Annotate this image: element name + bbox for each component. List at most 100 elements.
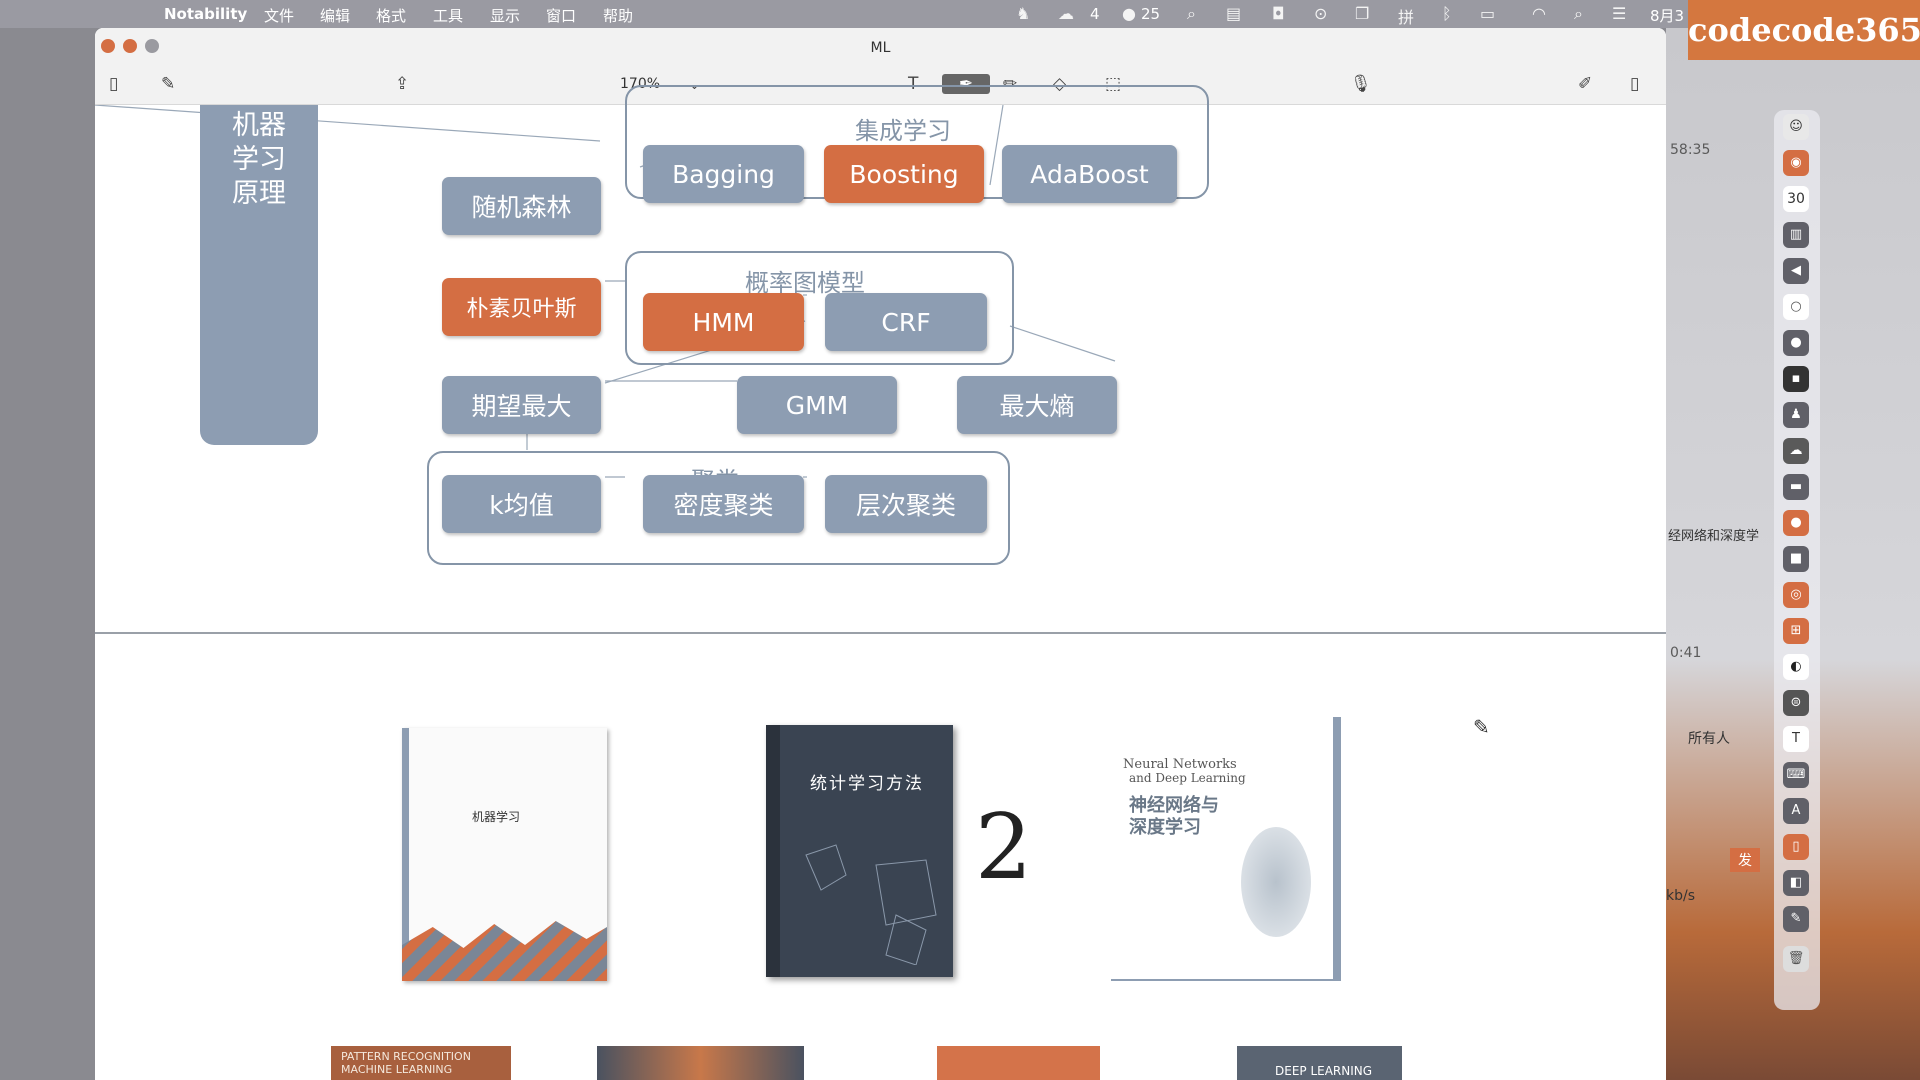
tree-illustration <box>1241 827 1311 937</box>
book-dl-title: DEEP LEARNING <box>1275 1064 1373 1078</box>
books-icon[interactable]: ▯ <box>1783 834 1809 860</box>
battery-icon[interactable]: ▭ <box>1480 4 1495 23</box>
pen-cursor-icon: ✎ <box>1473 715 1490 739</box>
handwritten-number: 2 <box>975 795 1033 900</box>
orange-app-icon[interactable]: ⊞ <box>1783 618 1809 644</box>
node-naive-bayes[interactable]: 朴素贝叶斯 <box>442 278 601 336</box>
node-random-forest[interactable]: 随机森林 <box>442 177 601 235</box>
dictionary-icon[interactable]: A <box>1783 798 1809 824</box>
wechat-icon[interactable]: ☁ <box>1058 4 1074 23</box>
bluetooth-icon[interactable]: ᛒ <box>1442 4 1452 23</box>
screen-app-icon[interactable]: ◧ <box>1783 870 1809 896</box>
bg-send-button[interactable]: 发 <box>1730 848 1760 872</box>
microphone-icon[interactable]: 🎙 <box>1350 74 1372 94</box>
sidebar-toggle-icon[interactable]: ▯ <box>109 74 118 94</box>
new-note-icon[interactable]: ✎ <box>161 74 175 94</box>
book-deep-learning[interactable]: DEEP LEARNING <box>1237 1046 1402 1080</box>
geometric-figure <box>805 844 937 965</box>
menu-app-name[interactable]: Notability <box>164 5 247 23</box>
bg-time-2: 0:41 <box>1670 645 1702 661</box>
spotlight-icon[interactable]: ⌕ <box>1574 4 1583 24</box>
notability-window: ML ▯ ✎ ⇪ 170% ⌄ T ✒ ✏ ◇ ⬚ 🎙 ✐ ▯ 机器学习原理 集… <box>95 28 1666 1080</box>
search-dev-icon[interactable]: ⌕ <box>1187 4 1196 24</box>
input-method-icon[interactable]: 拼 <box>1398 4 1414 28</box>
finder-icon[interactable]: ☺ <box>1783 114 1809 140</box>
pencil-icon[interactable]: ✐ <box>1578 74 1592 94</box>
book-nndl-en-1: Neural Networks <box>1123 757 1237 772</box>
menu-window[interactable]: 窗口 <box>546 5 576 26</box>
share-icon[interactable]: ⇪ <box>395 74 409 94</box>
menu-edit[interactable]: 编辑 <box>320 5 350 26</box>
menu-file[interactable]: 文件 <box>264 5 294 26</box>
node-gmm[interactable]: GMM <box>737 376 897 434</box>
menu-bar: Notability 文件 编辑 格式 工具 显示 窗口 帮助 ♞ ☁ 4 ● … <box>0 0 1920 28</box>
book-bottom-3[interactable] <box>937 1046 1100 1080</box>
wechat-dock-icon[interactable]: ☁ <box>1783 438 1809 464</box>
connector-line <box>1009 325 1116 362</box>
red-app-icon[interactable]: ● <box>1783 510 1809 536</box>
typora-icon[interactable]: T <box>1783 726 1809 752</box>
qq-icon[interactable]: ♟ <box>1783 402 1809 428</box>
node-density-cluster[interactable]: 密度聚类 <box>643 475 804 533</box>
github-icon[interactable]: ◐ <box>1783 654 1809 680</box>
connector-line <box>95 105 601 142</box>
book-statistical-learning[interactable]: 统计学习方法 <box>766 725 953 977</box>
calendar-icon[interactable]: 30 <box>1783 186 1809 212</box>
trash-icon[interactable]: 🗑 <box>1783 946 1809 972</box>
node-crf[interactable]: CRF <box>825 293 987 351</box>
bg-time-1: 58:35 <box>1670 142 1711 158</box>
vscode-icon[interactable]: ◀ <box>1783 258 1809 284</box>
chart-icon[interactable]: ▥ <box>1783 222 1809 248</box>
book-stat-title: 统计学习方法 <box>810 774 924 794</box>
menu-tools[interactable]: 工具 <box>433 5 463 26</box>
book-nndl[interactable]: Neural Networks and Deep Learning 神经网络与 … <box>1111 717 1341 981</box>
pen-app-icon[interactable]: ✎ <box>1783 906 1809 932</box>
window-icon[interactable]: ❐ <box>1355 4 1369 23</box>
drive-icon[interactable]: ▤ <box>1226 4 1241 23</box>
ensemble-group-label: 集成学习 <box>855 117 951 145</box>
wechat-count: 4 <box>1090 5 1100 23</box>
node-kmeans[interactable]: k均值 <box>442 475 601 533</box>
notion-icon[interactable]: ⊜ <box>1783 690 1809 716</box>
bg-title-text: 经网络和深度学 <box>1668 529 1760 544</box>
book-bottom-2[interactable] <box>597 1046 804 1080</box>
dock: ☺ ◉ 30 ▥ ◀ ○ ● ▪ ♟ ☁ ▬ ● ■ ◎ ⊞ ◐ ⊜ T ⌨ A… <box>1774 110 1820 1010</box>
terminal-icon[interactable]: ▪ <box>1783 366 1809 392</box>
menu-format[interactable]: 格式 <box>376 5 406 26</box>
watermark: codecode365 <box>1688 0 1920 60</box>
book-nndl-cn-2: 深度学习 <box>1129 817 1201 838</box>
node-boosting[interactable]: Boosting <box>824 145 984 203</box>
book-prml[interactable]: PATTERN RECOGNITION MACHINE LEARNING <box>331 1046 511 1080</box>
node-bagging[interactable]: Bagging <box>643 145 804 203</box>
node-em[interactable]: 期望最大 <box>442 376 601 434</box>
node-max-entropy[interactable]: 最大熵 <box>957 376 1117 434</box>
wifi-icon[interactable]: ◠ <box>1532 4 1546 23</box>
control-center-icon[interactable]: ☰ <box>1612 4 1626 23</box>
window-title: ML <box>870 40 891 56</box>
node-hier-cluster[interactable]: 层次聚类 <box>825 475 987 533</box>
app-status-icon[interactable]: ● <box>1122 4 1136 23</box>
page-icon[interactable]: ▯ <box>1630 74 1639 94</box>
page-divider <box>95 632 1666 634</box>
menubar-date: 8月3 <box>1650 7 1685 25</box>
node-hmm[interactable]: HMM <box>643 293 804 351</box>
menu-help[interactable]: 帮助 <box>603 5 633 26</box>
folder-icon[interactable]: ▬ <box>1783 474 1809 500</box>
play-icon[interactable]: ⊙ <box>1314 4 1327 23</box>
book-ml-zhou[interactable]: 机器学习 <box>402 728 607 981</box>
menu-view[interactable]: 显示 <box>490 5 520 26</box>
keyboard-app-icon[interactable]: ⌨ <box>1783 762 1809 788</box>
book-prml-title-1: PATTERN RECOGNITION <box>341 1050 471 1063</box>
ml-principles-box: 机器学习原理 <box>200 105 318 445</box>
chrome-icon[interactable]: ◉ <box>1783 150 1809 176</box>
note-canvas[interactable]: 机器学习原理 集成学习 随机森林 Bagging Boosting AdaBoo… <box>95 85 1666 1080</box>
gray-app-icon[interactable]: ● <box>1783 330 1809 356</box>
circle-app-icon[interactable]: ○ <box>1783 294 1809 320</box>
weibo-icon[interactable]: ◎ <box>1783 582 1809 608</box>
app-u-icon[interactable]: ◘ <box>1272 4 1285 23</box>
node-adaboost[interactable]: AdaBoost <box>1002 145 1177 203</box>
evernote-icon[interactable]: ♞ <box>1016 4 1030 23</box>
bg-audience-label: 所有人 <box>1688 731 1730 747</box>
dark-app-icon[interactable]: ■ <box>1783 546 1809 572</box>
bg-speed-text: kb/s <box>1666 888 1696 904</box>
